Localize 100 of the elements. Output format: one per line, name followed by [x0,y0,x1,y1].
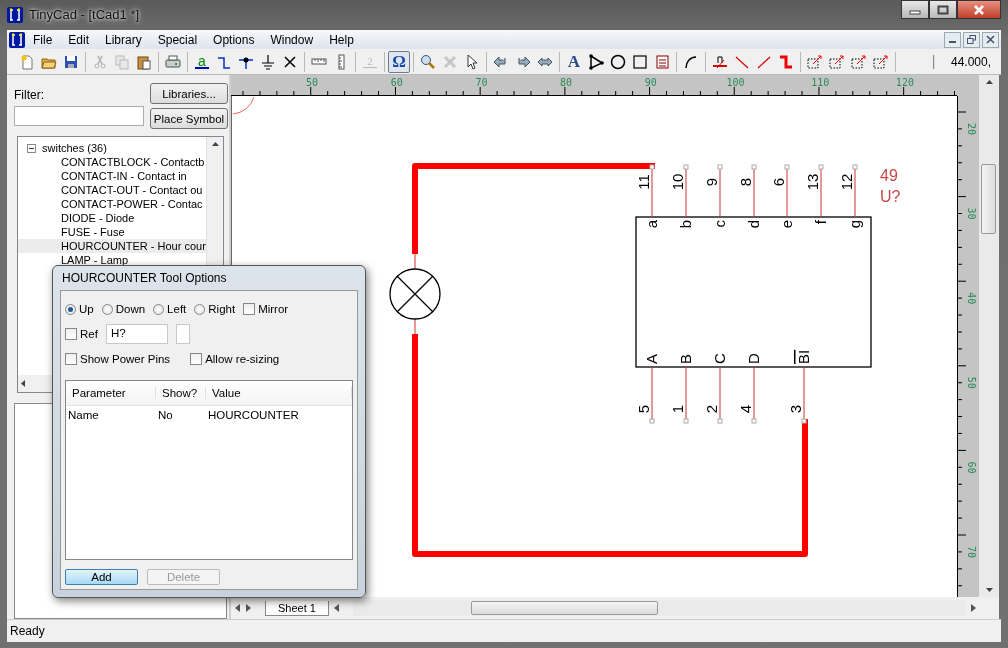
pointer-icon [464,53,480,70]
table-cell-text: No [157,409,174,421]
pin-end [649,164,655,170]
note-icon [654,53,670,70]
pin-number: 12 [838,173,855,191]
pin-name: C [711,353,728,365]
menu-item[interactable]: Options [205,30,263,49]
tree-item[interactable]: CONTACTBLOCK - Contactb [18,155,206,170]
coordinates-readout: 44.000, [932,54,1001,69]
scroll-thumb[interactable] [470,601,658,616]
tree-item[interactable]: HOURCOUNTER - Hour cour [18,239,206,254]
pin-end [852,164,858,170]
ref-field[interactable]: H? [105,324,168,344]
checkbox[interactable]: Show Power Pins [65,353,171,365]
ref-extra-field[interactable] [175,324,190,344]
pin-end [751,418,757,424]
pin-number: 13 [804,173,821,191]
pin-name: b [677,220,694,229]
horizontal-scrollbar[interactable] [352,600,965,617]
column-header[interactable]: Value [206,387,352,399]
menu-item[interactable]: Library [97,30,150,49]
dotted-box-icon [873,53,889,70]
polygon-icon [588,53,604,70]
dialog-button[interactable]: Add [65,569,138,585]
column-header[interactable]: Parameter [66,387,156,399]
circle-icon [610,53,626,70]
arc-icon [683,53,699,70]
tree-item[interactable]: CONTACT-IN - Contact in [18,169,206,184]
menu-item[interactable]: File [25,30,61,49]
close-button[interactable] [982,31,999,48]
menu-item[interactable]: Help [321,30,362,49]
close-icon [986,35,995,45]
tree-item[interactable]: switches (36) [18,141,206,156]
pin-end [751,164,757,170]
checkbox[interactable]: Mirror [243,303,289,315]
ruler-label: 120 [895,77,914,89]
bus-wire-icon [778,53,794,70]
magnifier-icon [420,53,436,70]
radio-button[interactable]: Up [65,303,94,315]
pin-number: 2 [703,405,720,414]
lamp-symbol[interactable] [389,253,441,335]
toolbar-button[interactable]: Ω [388,50,410,73]
size-grip[interactable] [979,597,999,620]
app-icon [9,31,25,48]
pin-number: 5 [635,405,652,414]
tree-item[interactable]: CONTACT-OUT - Contact ou [18,183,206,198]
menu-item[interactable]: Special [149,30,206,49]
ground-icon [260,53,276,70]
column-header[interactable]: Show? [156,387,206,399]
component-body[interactable] [635,216,872,368]
scroll-thumb[interactable] [981,164,996,235]
menu-item[interactable]: Edit [60,30,98,49]
ruler-label: 70 [475,77,488,89]
pin-number: 8 [737,178,754,187]
clipboard-icon [136,53,152,70]
copy-icon [114,53,130,70]
toolbar-button[interactable]: a [191,50,213,73]
radio-button[interactable]: Down [101,303,146,315]
vertical-scrollbar[interactable] [979,75,999,598]
pin-name: A [643,354,660,365]
tree-item[interactable]: DIODE - Diode [18,211,206,226]
pin-end [717,418,723,424]
libraries-button[interactable]: Libraries... [150,83,228,105]
dotted-box-icon [807,53,823,70]
menu-item[interactable]: Window [262,30,322,49]
pin-number: 3 [787,405,804,414]
wire[interactable] [412,163,655,255]
table-cell-text: Name [67,409,100,421]
pin-number: 4 [737,405,754,414]
ruler-label: 70 [966,546,977,559]
pin-icon [712,53,728,70]
sheet-tab[interactable]: Sheet 1 [265,600,329,616]
tree-item[interactable]: LAMP - Lamp [18,253,206,268]
tree-item[interactable]: CONTACT-POWER - Contac [18,197,206,212]
tree-item[interactable]: FUSE - Fuse [18,225,206,240]
collapse-icon[interactable] [27,143,36,153]
minimize-button[interactable] [901,0,929,19]
close-button[interactable] [957,0,1001,19]
checkbox[interactable]: Ref [65,328,98,340]
arc[interactable] [232,96,255,115]
place-symbol-button[interactable]: Place Symbol [150,108,228,130]
component-value: 49 [880,167,898,185]
wire[interactable] [412,334,808,558]
minimize-button[interactable] [944,31,961,48]
toolbar-button[interactable]: A [563,50,585,73]
filter-field[interactable] [14,106,144,127]
app-icon [7,6,23,23]
pin-name: a [643,220,660,229]
new-document-icon [19,53,35,70]
ruler-label: 50 [966,377,977,390]
ruler-label: 80 [560,77,573,89]
cross-icon [282,53,298,70]
maximize-button[interactable] [929,0,957,19]
ruler-label: 60 [966,461,977,474]
dotted-box-icon [829,53,845,70]
restore-button[interactable] [963,31,980,48]
pin-number: 6 [770,178,787,187]
dialog-title: HOURCOUNTER Tool Options [62,271,227,285]
square-icon [632,53,648,70]
radio-button[interactable]: Left [153,303,187,315]
